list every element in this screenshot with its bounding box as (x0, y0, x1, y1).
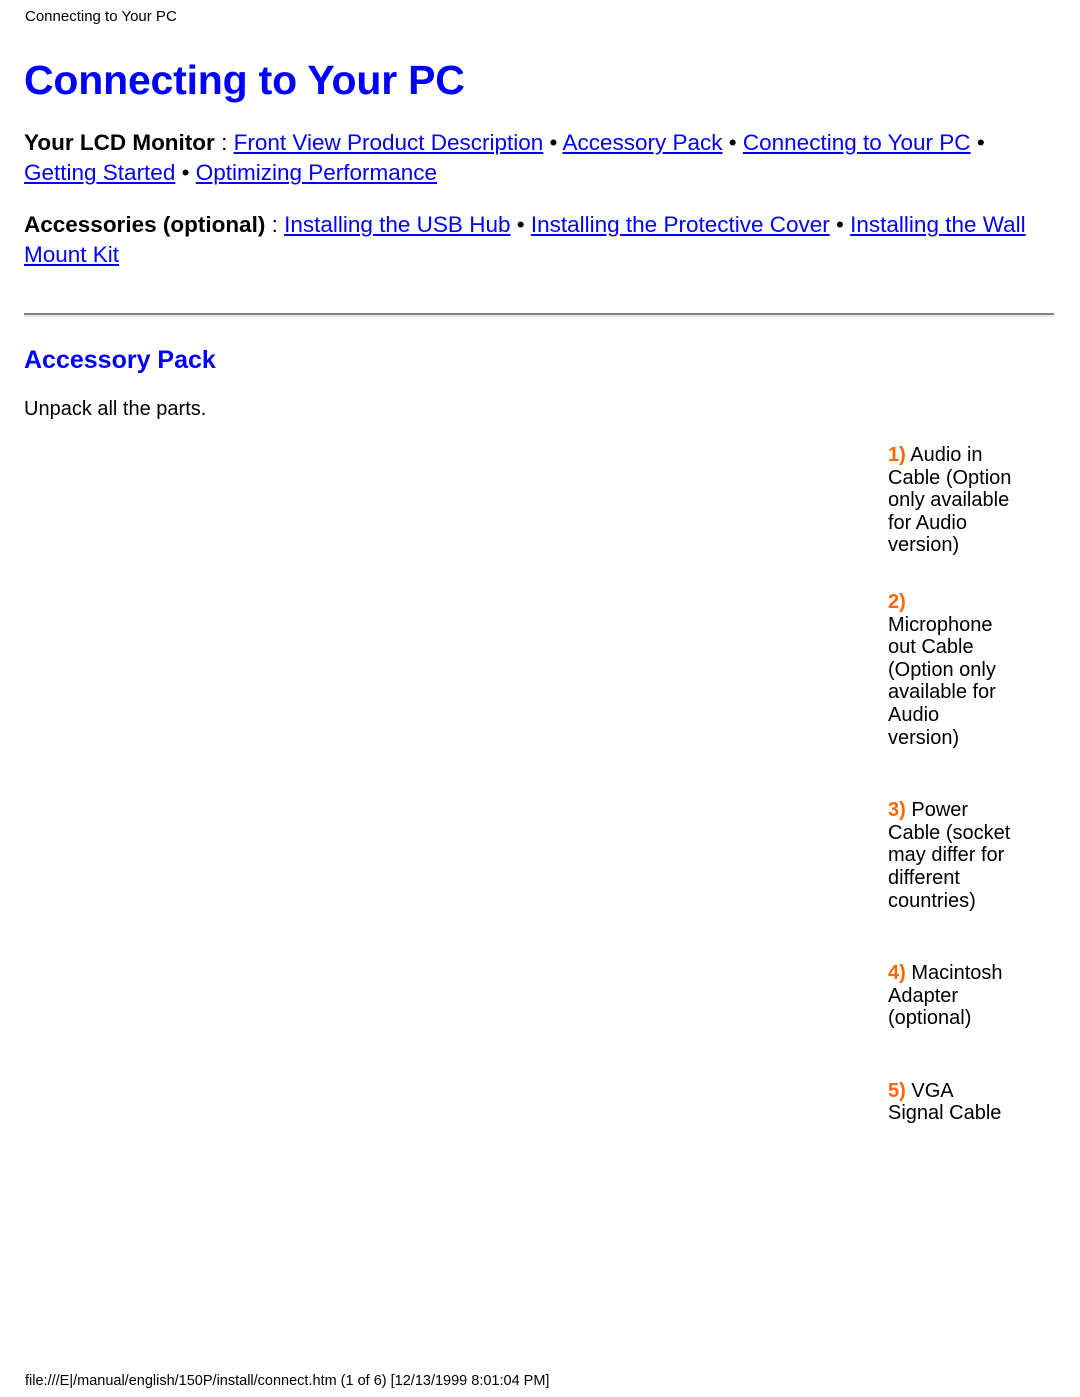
link-optimizing-performance[interactable]: Optimizing Performance (196, 160, 437, 185)
part-number: 4) (888, 962, 906, 985)
section-divider (24, 313, 1054, 317)
section-title-accessory-pack: Accessory Pack (24, 346, 216, 374)
part-label: VGA Signal Cable (888, 1079, 1002, 1125)
nav-lead-accessories: Accessories (optional) (24, 212, 266, 237)
nav-separator: • (722, 130, 743, 155)
link-accessory-pack[interactable]: Accessory Pack (562, 130, 722, 155)
footer-path: file:///E|/manual/english/150P/install/c… (25, 1373, 550, 1389)
list-item: 5) VGA Signal Cable (888, 1080, 1012, 1125)
link-installing-the-protective-cover[interactable]: Installing the Protective Cover (531, 212, 830, 237)
page-title: Connecting to Your PC (24, 57, 465, 103)
link-getting-started[interactable]: Getting Started (24, 160, 175, 185)
nav-separator: • (970, 130, 985, 155)
section-body-text: Unpack all the parts. (24, 398, 207, 420)
link-installing-the-usb-hub[interactable]: Installing the USB Hub (284, 212, 510, 237)
accessory-parts-list: 1) Audio in Cable (Option only available… (888, 444, 1012, 1125)
list-item: 4) Macintosh Adapter (optional) (888, 962, 1012, 1030)
nav-accessories-optional: Accessories (optional) : Installing the … (24, 210, 1054, 270)
nav-separator: • (829, 212, 851, 237)
part-number: 5) (888, 1079, 906, 1102)
part-label: Macintosh Adapter (optional) (888, 962, 1003, 1030)
link-front-view-product-description[interactable]: Front View Product Description (234, 130, 544, 155)
nav-your-lcd-monitor: Your LCD Monitor : Front View Product De… (24, 128, 1054, 188)
part-number: 2) (888, 590, 906, 613)
list-item: 2) Microphone out Cable (Option only ava… (888, 591, 1012, 749)
running-head: Connecting to Your PC (25, 8, 177, 25)
nav-separator: • (543, 130, 563, 155)
part-label: Audio in Cable (Option only available fo… (888, 444, 1012, 557)
list-item: 3) Power Cable (socket may differ for di… (888, 799, 1012, 912)
nav-colon-accessories: : (265, 212, 285, 237)
nav-lead-monitor: Your LCD Monitor (24, 130, 215, 155)
nav-separator: • (175, 160, 196, 185)
part-number: 1) (888, 444, 906, 466)
link-connecting-to-your-pc[interactable]: Connecting to Your PC (743, 130, 971, 155)
main-content: Connecting to Your PC Your LCD Monitor :… (24, 56, 1054, 276)
part-number: 3) (888, 799, 906, 822)
nav-colon-monitor: : (214, 130, 234, 155)
list-item: 1) Audio in Cable (Option only available… (888, 444, 1012, 557)
nav-separator: • (510, 212, 531, 237)
part-label: Microphone out Cable (Option only availa… (888, 613, 996, 749)
part-label: Power Cable (socket may differ for diffe… (888, 799, 1011, 912)
